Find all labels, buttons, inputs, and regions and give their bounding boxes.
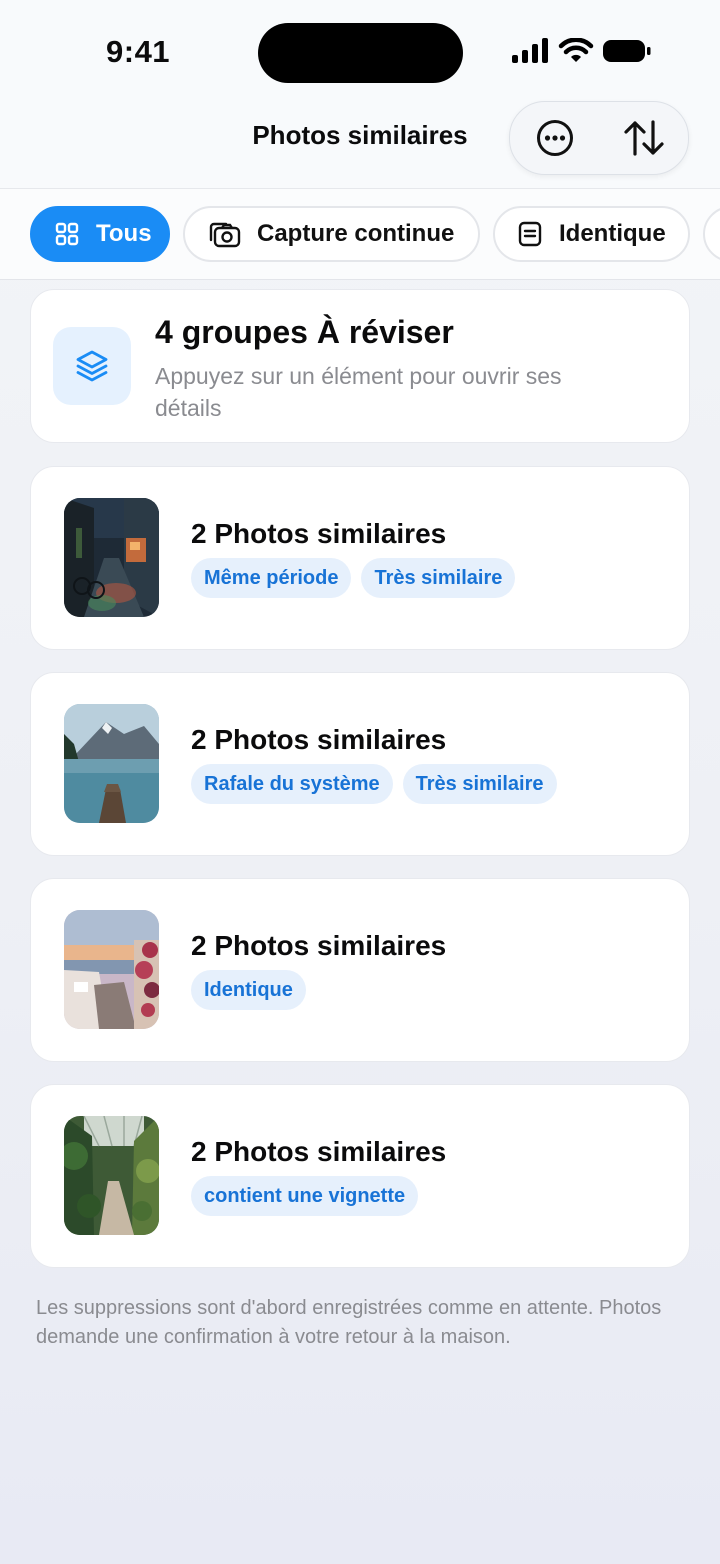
tag-list: Identique: [191, 970, 306, 1010]
tag-list: Même période Très similaire: [191, 558, 516, 598]
tag: Identique: [191, 970, 306, 1010]
filter-chip-identique[interactable]: Identique: [493, 206, 690, 262]
thumbnail-image: [64, 498, 159, 617]
footer-note: Les suppressions sont d'abord enregistré…: [36, 1297, 662, 1348]
page-title: Photos similaires: [252, 120, 468, 150]
thumbnail-image: [64, 704, 159, 823]
sort-arrows-icon: [623, 120, 664, 156]
group-title: 2 Photos similaires: [191, 518, 447, 549]
header-actions: [509, 101, 689, 175]
group-card[interactable]: 2 Photos similaires contient une vignett…: [30, 1084, 690, 1268]
document-lines-icon: [517, 221, 543, 247]
filter-chip-label: Tous: [96, 220, 152, 247]
group-card[interactable]: 2 Photos similaires Rafale du système Tr…: [30, 672, 690, 856]
more-button[interactable]: [510, 102, 599, 174]
wifi-icon: [558, 38, 594, 62]
tag-list: contient une vignette: [191, 1176, 419, 1216]
tag-list: Rafale du système Très similaire: [191, 764, 557, 804]
sort-button[interactable]: [599, 102, 688, 174]
stack-layers-icon: [76, 350, 108, 382]
thumbnail-image: [64, 1116, 159, 1235]
navigation-header: 9:41 Photos similaires: [0, 0, 720, 188]
filter-chip-capture-continue[interactable]: Capture continue: [183, 206, 480, 262]
status-bar: 9:41: [0, 0, 720, 100]
filter-chip-more[interactable]: [703, 206, 720, 262]
filter-chip-label: Identique: [559, 220, 666, 247]
filter-chip-label: Capture continue: [257, 220, 455, 247]
tag: contient une vignette: [191, 1176, 419, 1216]
summary-card: 4 groupes À réviser Appuyez sur un éléme…: [30, 289, 690, 443]
grid-icon: [54, 222, 80, 246]
group-title: 2 Photos similaires: [191, 930, 447, 961]
summary-subtitle: Appuyez sur un élément pour ouvrir ses d…: [155, 363, 562, 421]
group-card[interactable]: 2 Photos similaires Même période Très si…: [30, 466, 690, 650]
filter-bar[interactable]: Tous Capture continue Identique: [0, 188, 720, 280]
ellipsis-circle-icon: [536, 120, 573, 156]
tag: Rafale du système: [191, 764, 393, 804]
filter-chip-tous[interactable]: Tous: [30, 206, 170, 262]
status-time: 9:41: [106, 34, 171, 69]
battery-icon: [603, 40, 651, 62]
group-card[interactable]: 2 Photos similaires Identique: [30, 878, 690, 1062]
summary-icon-tile: [53, 327, 131, 405]
group-title: 2 Photos similaires: [191, 724, 447, 755]
tag: Très similaire: [361, 558, 516, 598]
summary-title: 4 groupes À réviser: [155, 314, 454, 350]
signal-icon: [512, 38, 548, 63]
thumbnail-image: [64, 910, 159, 1029]
camera-burst-icon: [207, 220, 241, 248]
tag: Même période: [191, 558, 352, 598]
dynamic-island: [258, 23, 463, 83]
group-title: 2 Photos similaires: [191, 1136, 447, 1167]
tag: Très similaire: [402, 764, 557, 804]
